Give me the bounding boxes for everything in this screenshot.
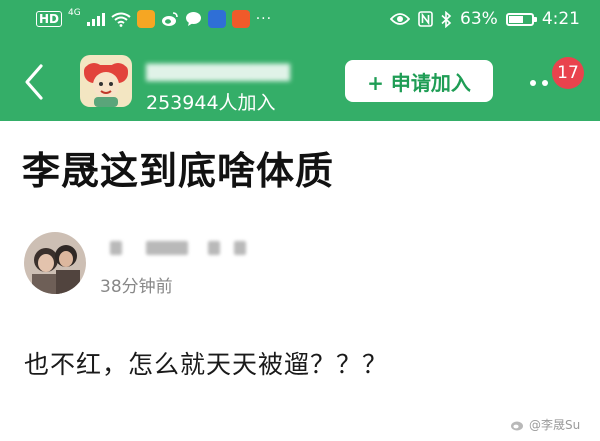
member-count: 253944人加入 [146, 92, 276, 114]
post-body: 也不红，怎么就天天被遛？？？ [24, 350, 389, 379]
nfc-icon [418, 11, 433, 27]
more-options-icon[interactable] [530, 80, 558, 94]
post-time: 38分钟前 [100, 277, 173, 297]
app-notification-icon-3 [231, 10, 250, 28]
battery-icon [505, 12, 537, 26]
author-name[interactable] [98, 238, 248, 260]
more-notifications-icon: ··· [255, 11, 273, 27]
wifi-icon [111, 12, 131, 27]
notification-badge: 17 [552, 57, 584, 89]
post-title: 李晟这到底啥体质 [22, 149, 335, 193]
group-avatar[interactable] [80, 55, 132, 107]
chevron-left-icon [25, 64, 43, 100]
app-notification-icon [136, 10, 155, 28]
battery-fill [508, 15, 523, 23]
hd-label: HD [36, 11, 63, 27]
status-bar-right: 63% 4:21 [390, 9, 580, 29]
message-icon [185, 12, 201, 26]
watermark-text: @李晟Su [529, 418, 581, 432]
status-bar-left: HD 4G ··· [36, 7, 273, 28]
group-name: ▇▇▇▇▇▇▇▇▇▇▇ [146, 62, 290, 82]
watermark: @李晟Su [510, 416, 580, 433]
author-avatar[interactable] [24, 232, 86, 294]
clock-time: 4:21 [541, 9, 580, 29]
eye-icon [390, 13, 411, 25]
weibo-watermark-icon [511, 421, 523, 431]
weibo-icon [161, 12, 178, 26]
app-notification-icon-2 [207, 10, 226, 28]
network-generation: 4G [68, 7, 81, 18]
back-button[interactable] [20, 62, 50, 102]
bluetooth-icon [441, 10, 452, 28]
signal-icon [86, 12, 105, 26]
battery-percent: 63% [460, 9, 498, 29]
status-bar: HD 4G ··· 63% 4:21 [0, 0, 600, 40]
join-group-button[interactable]: + 申请加入 [345, 60, 493, 102]
